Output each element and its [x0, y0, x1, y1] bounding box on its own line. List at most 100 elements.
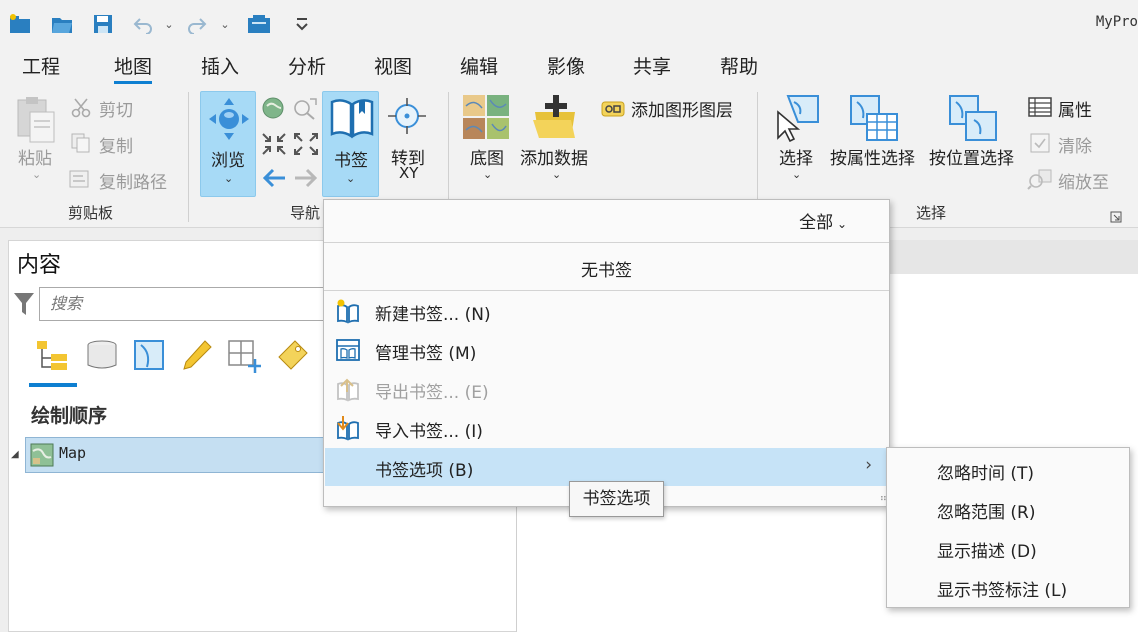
basemap-dropdown-icon[interactable]: ⌄ [483, 168, 492, 181]
manage-bookmarks-item[interactable]: 管理书签 (M) [325, 331, 888, 369]
show-description-item[interactable]: 显示描述 (D) [887, 528, 1129, 566]
list-by-snapping-icon[interactable] [227, 339, 261, 377]
redo-icon[interactable] [186, 12, 208, 36]
bookmark-options-tooltip: 书签选项 [569, 481, 664, 517]
filter-icon[interactable] [13, 291, 35, 321]
export-bookmarks-label: 导出书签... (E) [375, 383, 489, 403]
list-by-drawing-order-icon[interactable] [35, 339, 71, 375]
chevron-right-icon: › [865, 455, 872, 475]
add-graphics-layer-icon [600, 98, 626, 124]
list-by-labeling-icon[interactable] [275, 339, 309, 375]
list-by-editing-icon[interactable] [181, 339, 213, 375]
basemap-icon [462, 94, 510, 144]
list-by-data-source-icon[interactable] [85, 339, 119, 375]
show-description-label: 显示描述 (D) [937, 542, 1037, 562]
paste-icon [14, 96, 58, 148]
collapse-icon[interactable]: ◢ [11, 449, 19, 460]
clear-selection-icon [1029, 132, 1051, 158]
cut-button[interactable]: 剪切 [99, 96, 133, 121]
go-to-xy-icon[interactable] [384, 96, 430, 140]
bookmark-filter-dropdown[interactable]: 全部 ⌄ [799, 208, 847, 233]
new-project-icon[interactable] [8, 12, 32, 36]
explore-dropdown-icon[interactable]: ⌄ [224, 172, 233, 185]
bookmark-filter-label: 全部 [799, 213, 834, 233]
manage-bookmarks-label: 管理书签 (M) [375, 344, 477, 364]
list-by-selection-icon[interactable] [133, 339, 165, 375]
tab-share[interactable]: 共享 [633, 54, 671, 84]
select-button[interactable]: 选择 [779, 144, 813, 169]
dialog-launcher-icon[interactable] [1110, 208, 1122, 227]
tab-project[interactable]: 工程 [22, 54, 60, 84]
add-graphics-layer-button[interactable]: 添加图形图层 [631, 96, 733, 121]
open-project-icon[interactable] [50, 12, 74, 36]
import-bookmarks-label: 导入书签... (I) [375, 422, 483, 442]
selection-group-label: 选择 [916, 204, 947, 222]
previous-extent-icon[interactable] [292, 96, 318, 124]
zoom-in-fixed-icon[interactable] [261, 132, 287, 160]
add-data-button[interactable]: 添加数据 [520, 144, 588, 169]
go-to-xy-label-line2[interactable]: XY [399, 164, 418, 182]
add-data-dropdown-icon[interactable]: ⌄ [552, 168, 561, 181]
no-bookmarks-message: 无书签 [581, 261, 632, 281]
bookmark-options-submenu: 忽略时间 (T) 忽略范围 (R) 显示描述 (D) 显示书签标注 (L) [886, 447, 1130, 608]
new-bookmark-label: 新建书签... (N) [375, 305, 491, 325]
tab-analysis[interactable]: 分析 [288, 54, 326, 84]
redo-dropdown-icon[interactable]: ⌄ [218, 12, 232, 36]
save-project-icon[interactable] [92, 12, 116, 36]
zoom-to-selection-button[interactable]: 缩放至 [1058, 168, 1109, 193]
forward-arrow-icon[interactable] [293, 166, 319, 194]
basemap-button[interactable]: 底图 [470, 144, 504, 169]
menu-divider [324, 290, 889, 291]
ignore-time-item[interactable]: 忽略时间 (T) [887, 450, 1129, 488]
customize-toolbar-icon[interactable] [292, 12, 312, 36]
clear-selection-button[interactable]: 清除 [1058, 132, 1092, 157]
zoom-out-fixed-icon[interactable] [293, 132, 319, 160]
copy-path-icon [68, 168, 92, 194]
select-by-attributes-icon [849, 94, 899, 146]
show-bookmark-labels-label: 显示书签标注 (L) [937, 581, 1068, 601]
zoom-to-selection-icon [1027, 168, 1053, 194]
tab-edit[interactable]: 编辑 [460, 54, 498, 84]
select-by-location-button[interactable]: 按位置选择 [929, 144, 1014, 169]
undo-icon[interactable] [132, 12, 154, 36]
search-box[interactable] [39, 287, 339, 321]
copy-button[interactable]: 复制 [99, 132, 133, 157]
select-by-attributes-button[interactable]: 按属性选择 [830, 144, 915, 169]
tab-imagery[interactable]: 影像 [547, 54, 585, 84]
undo-dropdown-icon[interactable]: ⌄ [162, 12, 176, 36]
bookmarks-dropdown-icon[interactable]: ⌄ [346, 172, 355, 185]
select-dropdown-icon[interactable]: ⌄ [792, 168, 801, 181]
new-bookmark-item[interactable]: 新建书签... (N) [325, 292, 888, 330]
copy-icon [70, 132, 92, 158]
ignore-extent-item[interactable]: 忽略范围 (R) [887, 489, 1129, 527]
import-bookmarks-item[interactable]: 导入书签... (I) [325, 409, 888, 447]
explore-button[interactable]: 浏览 ⌄ [200, 91, 256, 197]
tab-insert[interactable]: 插入 [201, 54, 239, 84]
drawing-order-heading: 绘制顺序 [31, 405, 108, 427]
full-extent-icon[interactable] [261, 96, 285, 124]
app-title: MyPro [1095, 14, 1138, 30]
paste-dropdown-icon[interactable]: ⌄ [32, 168, 41, 181]
copy-path-button[interactable]: 复制路径 [99, 168, 167, 193]
bookmarks-button[interactable]: 书签 ⌄ [322, 91, 379, 197]
bookmarks-menu: 全部 ⌄ 无书签 新建书签... (N) 管理书签 (M) 导出书签... (E… [323, 199, 890, 507]
manage-bookmarks-icon [336, 339, 360, 361]
tab-map[interactable]: 地图 [114, 54, 153, 84]
tab-help[interactable]: 帮助 [720, 54, 758, 84]
export-bookmarks-item[interactable]: 导出书签... (E) [325, 370, 888, 408]
attributes-button[interactable]: 属性 [1058, 96, 1092, 121]
paste-button[interactable]: 粘贴 [18, 144, 52, 169]
tab-view[interactable]: 视图 [374, 54, 412, 84]
explore-label: 浏览 [211, 151, 245, 171]
bookmark-options-label: 书签选项 (B) [375, 461, 474, 481]
search-input[interactable] [50, 294, 330, 313]
project-folder-icon[interactable] [246, 12, 272, 36]
group-divider [188, 92, 189, 222]
show-bookmark-labels-item[interactable]: 显示书签标注 (L) [887, 567, 1129, 605]
ignore-extent-label: 忽略范围 (R) [937, 503, 1036, 523]
navigate-group-label: 导航 [290, 204, 321, 222]
select-icon [774, 94, 822, 146]
import-bookmarks-icon [337, 416, 359, 441]
menu-divider [324, 242, 889, 243]
back-arrow-icon[interactable] [261, 166, 287, 194]
